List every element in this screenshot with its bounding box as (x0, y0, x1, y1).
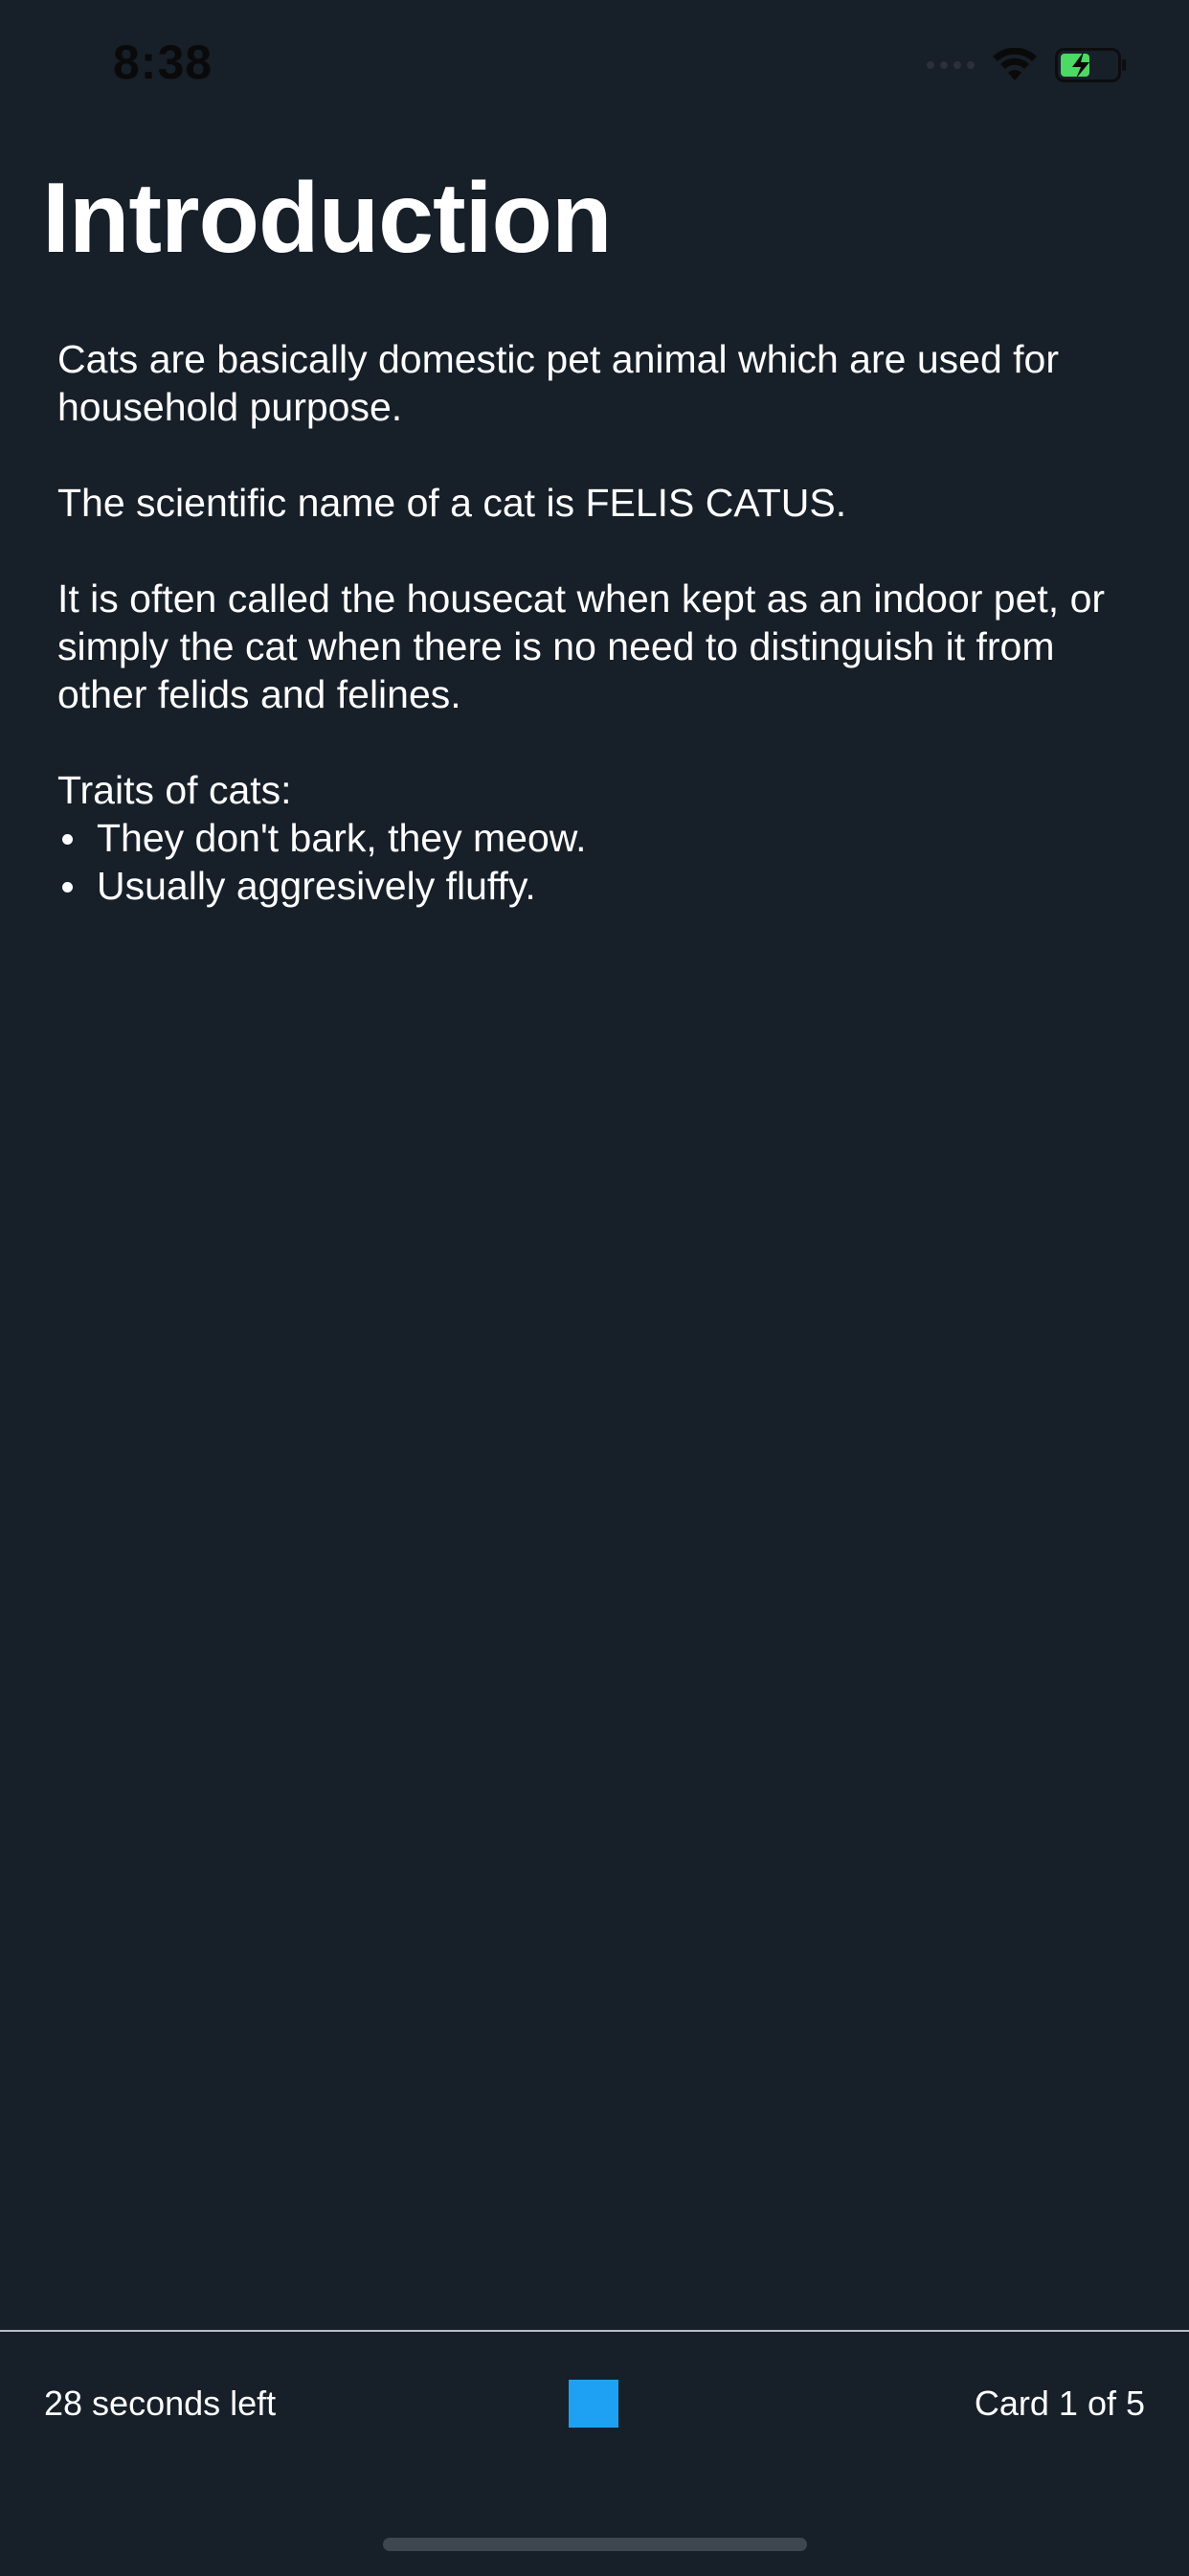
list-item: Usually aggresively fluffy. (57, 862, 1139, 910)
status-bar: 8:38 (0, 0, 1189, 124)
battery-charging-icon (1055, 48, 1126, 82)
page-title: Introduction (42, 163, 613, 274)
stop-button[interactable] (569, 2380, 618, 2428)
paragraph-housecat: It is often called the housecat when kep… (57, 576, 1106, 716)
card-content: Cats are basically domestic pet animal w… (57, 335, 1139, 910)
home-indicator[interactable] (383, 2538, 807, 2551)
traits-list: They don't bark, they meow. Usually aggr… (57, 814, 1139, 910)
status-time: 8:38 (113, 35, 213, 89)
paragraph-intro: Cats are basically domestic pet animal w… (57, 337, 1059, 429)
countdown-timer: 28 seconds left (44, 2384, 277, 2423)
list-item: They don't bark, they meow. (57, 814, 1139, 862)
status-icons (927, 46, 1128, 84)
paragraph-scientific-name: The scientific name of a cat is FELIS CA… (57, 481, 847, 525)
traits-heading: Traits of cats: (57, 768, 292, 812)
wifi-icon (993, 48, 1037, 80)
signal-icon (927, 61, 975, 69)
card-counter: Card 1 of 5 (974, 2384, 1145, 2423)
